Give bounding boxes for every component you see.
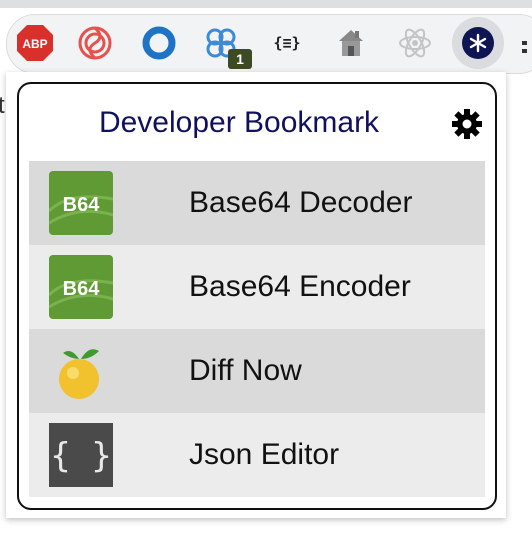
- react-devtools-extension[interactable]: [394, 22, 436, 64]
- bookmark-label: Base64 Decoder: [189, 186, 413, 219]
- bookmark-item-base64-decoder[interactable]: B64 Base64 Decoder: [29, 161, 485, 245]
- adblock-plus-icon: ABP: [17, 25, 53, 61]
- house-extension[interactable]: [330, 22, 372, 64]
- curly-braces-icon: { }: [49, 423, 113, 487]
- adblock-label: ABP: [22, 37, 47, 51]
- react-atom-icon: [399, 28, 431, 58]
- asterisk-icon: [462, 27, 494, 59]
- base64-icon-text: B64: [63, 194, 101, 216]
- citrus-fruit-icon: [59, 349, 99, 399]
- page-text-fragment: t: [0, 92, 5, 119]
- curly-braces-text: { }: [50, 436, 111, 476]
- swirl-logo-icon: [78, 26, 112, 60]
- base64-icon: B64: [49, 255, 113, 319]
- json-brackets-icon: {≡}: [273, 34, 301, 52]
- ring-logo-icon: [142, 26, 176, 60]
- bookmark-label: Json Editor: [189, 438, 340, 471]
- extension-badge-count: 1: [228, 49, 252, 69]
- bookmark-item-base64-encoder[interactable]: B64 Base64 Encoder: [29, 245, 485, 329]
- adblock-plus-extension[interactable]: ABP: [14, 22, 56, 64]
- base64-icon-text: B64: [63, 278, 101, 300]
- overflow-icon[interactable]: [520, 40, 532, 54]
- swirl-extension[interactable]: [74, 22, 116, 64]
- base64-icon: B64: [49, 171, 113, 235]
- house-icon: [339, 30, 363, 56]
- tab-strip-edge: [0, 0, 532, 8]
- developer-bookmark-popup: Developer Bookmark B64 Base64 Decoder B6…: [17, 82, 497, 510]
- bookmark-label: Base64 Encoder: [189, 270, 411, 303]
- bookmark-item-diff-now[interactable]: Diff Now: [29, 329, 485, 413]
- bookmark-item-json-editor[interactable]: { } Json Editor: [29, 413, 485, 497]
- popup-title: Developer Bookmark: [98, 106, 380, 139]
- ring-extension[interactable]: [138, 22, 180, 64]
- gear-icon[interactable]: [451, 108, 483, 140]
- json-viewer-extension[interactable]: {≡}: [266, 22, 308, 64]
- bookmark-label: Diff Now: [189, 354, 302, 387]
- developer-bookmark-extension[interactable]: [452, 17, 504, 69]
